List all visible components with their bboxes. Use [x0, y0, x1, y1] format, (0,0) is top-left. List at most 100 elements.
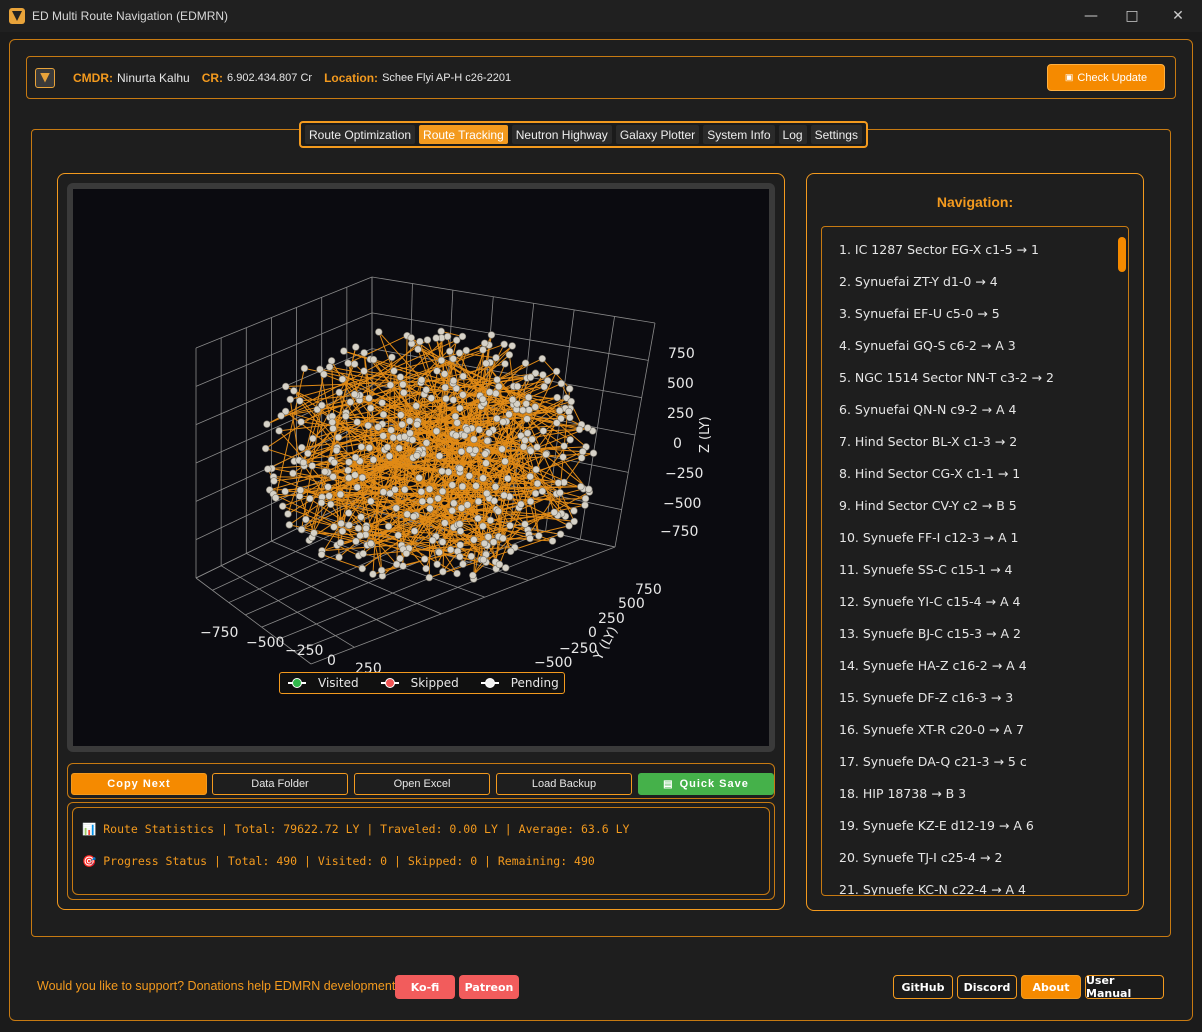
route-point	[556, 488, 564, 497]
route-point	[263, 420, 271, 428]
navigation-item[interactable]: 5. NGC 1514 Sector NN-T c3-2 → 2	[839, 370, 1054, 385]
navigation-item[interactable]: 20. Synuefe TJ-I c25-4 → 2	[839, 850, 1002, 865]
route-point	[450, 499, 458, 507]
route-point	[423, 336, 432, 344]
route-point	[479, 346, 487, 354]
route-point	[543, 376, 552, 385]
navigation-item[interactable]: 10. Synuefe FF-I c12-3 → A 1	[839, 530, 1018, 545]
route-point	[456, 464, 464, 473]
tab-neutron-highway[interactable]: Neutron Highway	[511, 125, 612, 144]
plot-canvas[interactable]: 7505002500−250−500−7507505002500−250−500…	[73, 189, 769, 746]
route-point	[528, 435, 536, 443]
navigation-item[interactable]: 17. Synuefe DA-Q c21-3 → 5 c	[839, 754, 1027, 769]
route-point	[422, 564, 430, 573]
navigation-item[interactable]: 14. Synuefe HA-Z c16-2 → A 4	[839, 658, 1027, 673]
navigation-scrollbar[interactable]	[1118, 237, 1126, 272]
route-point	[425, 485, 434, 493]
tab-route-optimization[interactable]: Route Optimization	[305, 125, 416, 144]
route-point	[352, 537, 360, 545]
route-point	[524, 393, 533, 402]
quick-save-button[interactable]: ▤ Quick Save	[638, 773, 774, 795]
route-3d-plot[interactable]: 750 500 250 0 −250 −500 −750 750 500 250 0 −250 −500…	[73, 189, 769, 746]
kofi-button[interactable]: Ko-fi	[395, 975, 455, 999]
route-point	[362, 524, 370, 533]
navigation-item[interactable]: 11. Synuefe SS-C c15-1 → 4	[839, 562, 1012, 577]
open-excel-button[interactable]: Open Excel	[354, 773, 490, 795]
navigation-item[interactable]: 8. Hind Sector CG-X c1-1 → 1	[839, 466, 1020, 481]
navigation-item[interactable]: 1. IC 1287 Sector EG-X c1-5 → 1	[839, 242, 1039, 257]
minimize-icon[interactable]: —	[1068, 0, 1114, 32]
route-point	[379, 488, 388, 496]
route-point	[504, 474, 512, 483]
route-point	[282, 382, 290, 391]
check-update-button[interactable]: ▣ Check Update	[1047, 64, 1165, 91]
route-point	[437, 327, 445, 336]
cr-label: CR:	[201, 70, 224, 85]
location-value: Schee Flyi AP-H c26-2201	[382, 71, 512, 84]
tick-label: 500	[618, 596, 645, 612]
patreon-button[interactable]: Patreon	[459, 975, 519, 999]
route-point	[441, 519, 449, 527]
route-point	[565, 407, 573, 416]
route-point	[353, 418, 361, 426]
tab-system-info[interactable]: System Info	[703, 125, 775, 144]
grid-line	[271, 540, 442, 615]
navigation-item[interactable]: 18. HIP 18738 → B 3	[839, 786, 966, 801]
tab-log[interactable]: Log	[778, 125, 807, 144]
route-point	[418, 497, 427, 506]
tab-bar: Route Optimization Route Tracking Neutro…	[299, 121, 868, 148]
navigation-item[interactable]: 21. Synuefe KC-N c22-4 → A 4	[839, 882, 1026, 895]
copy-next-button[interactable]: Copy Next	[71, 773, 207, 795]
route-point	[300, 364, 309, 373]
navigation-item[interactable]: 19. Synuefe KZ-E d12-19 → A 6	[839, 818, 1034, 833]
route-point	[400, 389, 408, 397]
route-point	[369, 456, 378, 464]
route-point	[328, 418, 336, 426]
route-point	[399, 380, 407, 389]
navigation-item[interactable]: 9. Hind Sector CV-Y c2 → B 5	[839, 498, 1017, 513]
route-point	[390, 367, 398, 375]
navigation-item[interactable]: 12. Synuefe YI-C c15-4 → A 4	[839, 594, 1020, 609]
navigation-item[interactable]: 3. Synuefai EF-U c5-0 → 5	[839, 306, 1000, 321]
close-icon[interactable]: ✕	[1155, 0, 1201, 32]
maximize-icon[interactable]: □	[1109, 0, 1155, 32]
route-point	[519, 406, 527, 414]
tab-settings[interactable]: Settings	[810, 125, 862, 144]
load-backup-button[interactable]: Load Backup	[496, 773, 632, 795]
github-button[interactable]: GitHub	[893, 975, 953, 999]
route-point	[302, 515, 310, 524]
route-point	[523, 429, 532, 437]
route-point	[448, 506, 456, 515]
route-point	[493, 414, 501, 423]
route-point	[353, 483, 361, 492]
navigation-item[interactable]: 13. Synuefe BJ-C c15-3 → A 2	[839, 626, 1021, 641]
route-point	[398, 420, 406, 429]
route-point	[365, 444, 373, 452]
route-point	[566, 413, 574, 422]
visited-dot-icon	[292, 678, 302, 688]
route-point	[470, 536, 478, 544]
navigation-item[interactable]: 4. Synuefai GQ-S c6-2 → A 3	[839, 338, 1016, 353]
user-manual-button[interactable]: User Manual	[1085, 974, 1164, 1000]
route-point	[422, 439, 431, 447]
about-button[interactable]: About	[1021, 975, 1081, 999]
navigation-item[interactable]: 16. Synuefe XT-R c20-0 → A 7	[839, 722, 1024, 737]
tab-galaxy-plotter[interactable]: Galaxy Plotter	[615, 125, 700, 144]
route-point	[493, 376, 501, 384]
tab-route-tracking[interactable]: Route Tracking	[419, 125, 508, 144]
navigation-list[interactable]: 1. IC 1287 Sector EG-X c1-5 → 1 2. Synuef…	[821, 226, 1129, 896]
navigation-item[interactable]: 15. Synuefe DF-Z c16-3 → 3	[839, 690, 1013, 705]
route-point	[387, 426, 395, 434]
route-point	[455, 349, 464, 357]
navigation-item[interactable]: 2. Synuefai ZT-Y d1-0 → 4	[839, 274, 998, 289]
route-point	[457, 504, 466, 512]
data-folder-button[interactable]: Data Folder	[212, 773, 348, 795]
route-point	[329, 424, 337, 433]
navigation-item[interactable]: 6. Synuefai QN-N c9-2 → A 4	[839, 402, 1016, 417]
route-point	[579, 447, 587, 456]
discord-button[interactable]: Discord	[957, 975, 1017, 999]
route-point	[560, 442, 568, 450]
navigation-item[interactable]: 7. Hind Sector BL-X c1-3 → 2	[839, 434, 1017, 449]
route-point	[318, 401, 326, 410]
route-point	[351, 453, 360, 462]
